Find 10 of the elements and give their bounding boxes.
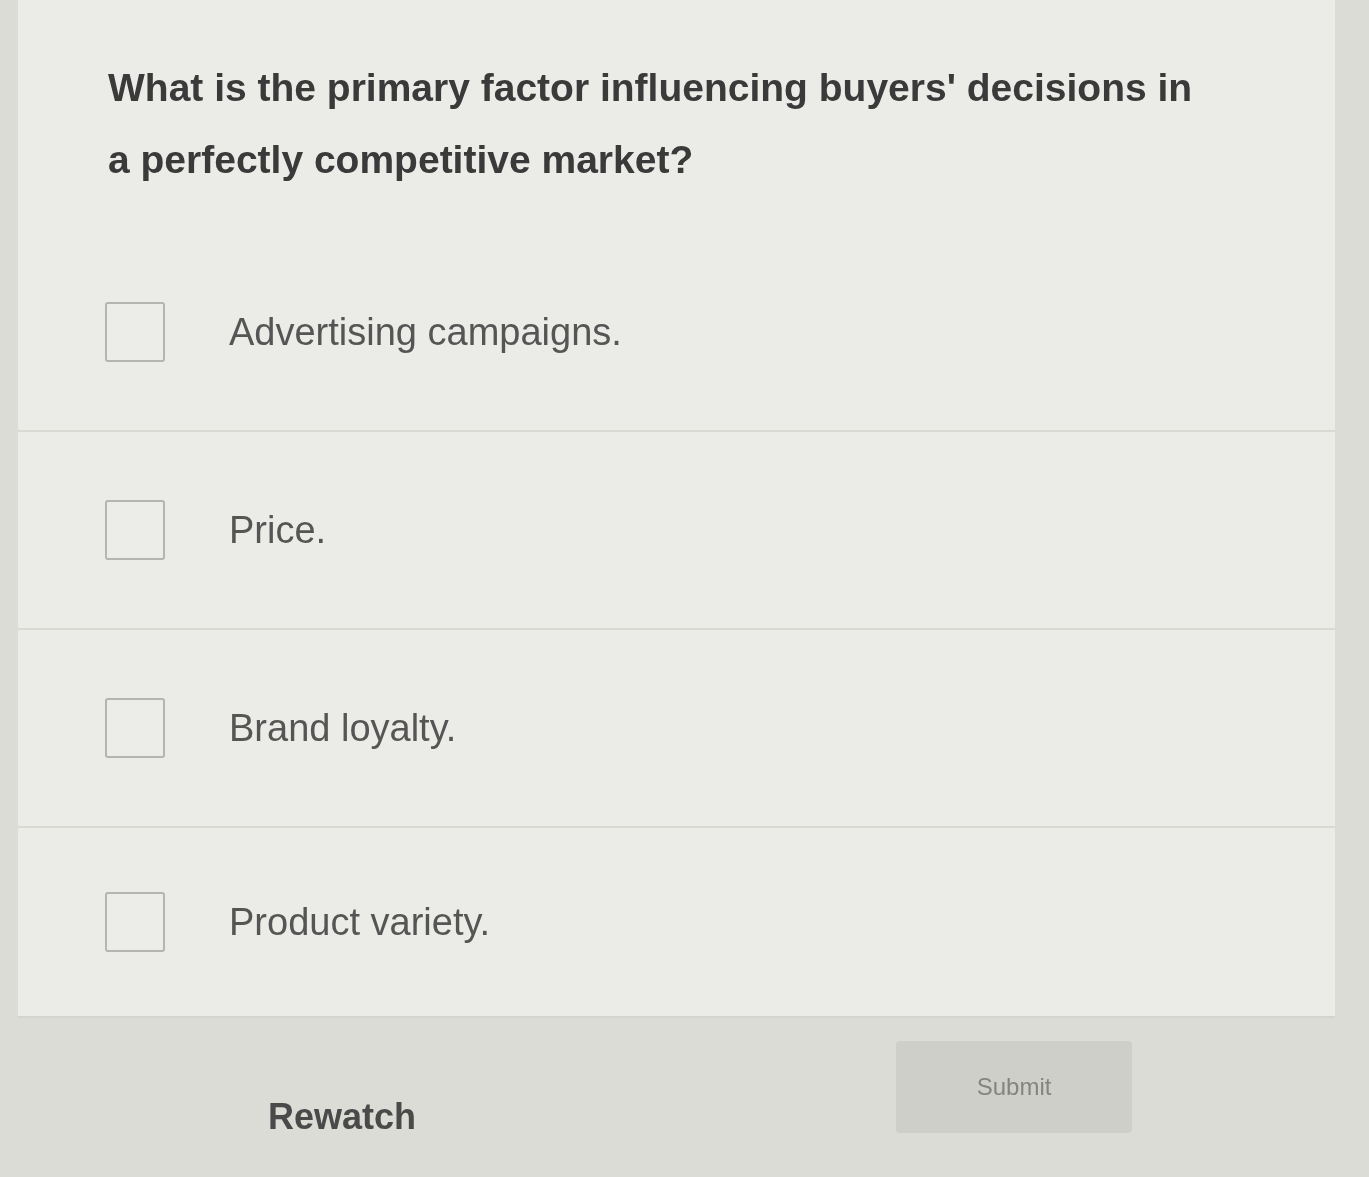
question-text: What is the primary factor influencing buyers' decisions in a perfectly competitive market? bbox=[107, 65, 1194, 183]
checkbox[interactable] bbox=[105, 500, 165, 560]
checkbox[interactable] bbox=[105, 892, 165, 952]
option-label: Price. bbox=[229, 508, 327, 552]
option-label: Product variety. bbox=[229, 900, 491, 944]
checkbox[interactable] bbox=[105, 302, 165, 362]
option-label: Brand loyalty. bbox=[229, 706, 457, 750]
option-label: Advertising campaigns. bbox=[229, 310, 622, 354]
rewatch-button[interactable]: Rewatch bbox=[248, 1090, 437, 1144]
checkbox[interactable] bbox=[105, 698, 165, 758]
